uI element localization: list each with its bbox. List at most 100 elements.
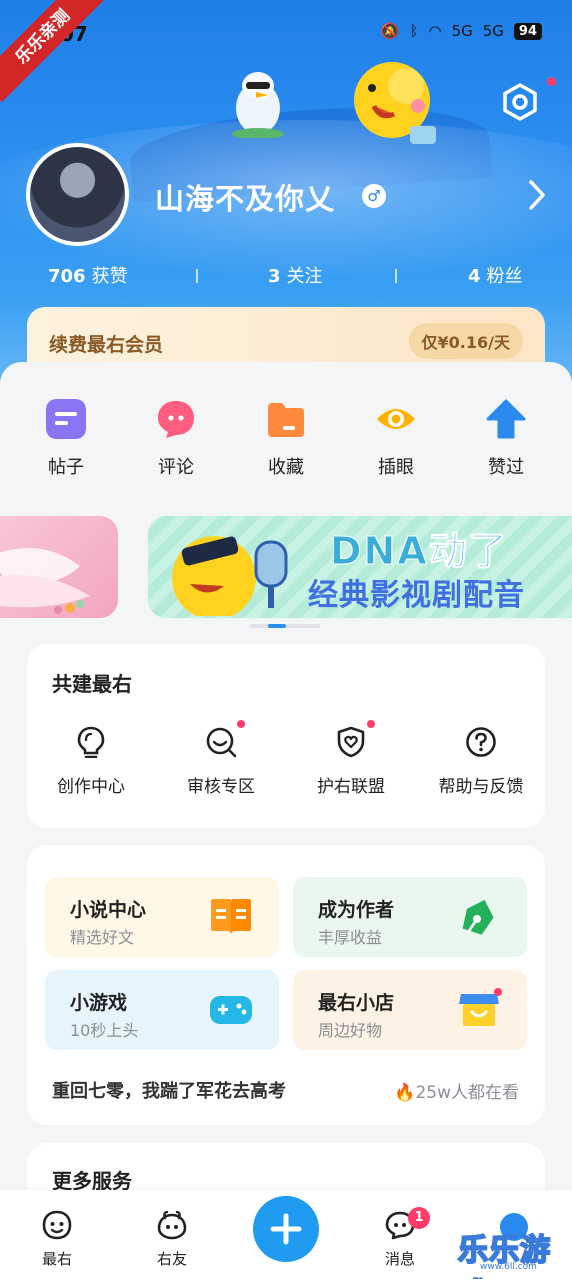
quick-action-posts[interactable]: 帖子 bbox=[26, 395, 106, 479]
tile-title: 小游戏 bbox=[70, 992, 128, 1014]
quick-action-label: 赞过 bbox=[488, 457, 524, 478]
carousel-active-dot bbox=[268, 624, 286, 628]
shop-notification-dot bbox=[494, 988, 502, 996]
tile-subtitle: 丰厚收益 bbox=[318, 928, 383, 947]
eye-icon bbox=[377, 409, 415, 429]
help-icon bbox=[466, 727, 496, 757]
service-guard-alliance[interactable]: 护右联盟 bbox=[291, 726, 411, 797]
quick-action-liked[interactable]: 赞过 bbox=[466, 395, 546, 479]
co-build-card: 共建最右 创作中心 审核专区 护右联盟 帮助与反馈 bbox=[27, 644, 545, 828]
search-review-icon bbox=[206, 727, 237, 758]
features-card: 小说中心 精选好文 成为作者 丰厚收益 小游戏 10秒上头 最右小店 周边好物 bbox=[27, 845, 545, 1125]
quick-action-watch[interactable]: 插眼 bbox=[356, 395, 436, 479]
service-label: 帮助与反馈 bbox=[438, 777, 524, 797]
singing-mascot-icon bbox=[172, 536, 288, 616]
battery-icon: 94 bbox=[513, 22, 542, 40]
banner-prev-slide[interactable] bbox=[0, 516, 118, 618]
profile-stats: 706 获赞 3 关注 4 粉丝 bbox=[0, 262, 572, 290]
quick-action-label: 帖子 bbox=[48, 457, 84, 478]
post-icon bbox=[46, 399, 86, 439]
lightbulb-icon bbox=[77, 726, 105, 758]
message-badge: 1 bbox=[408, 1207, 430, 1229]
gamepad-icon bbox=[210, 996, 252, 1024]
pen-icon bbox=[462, 899, 494, 935]
tile-subtitle: 周边好物 bbox=[318, 1021, 383, 1040]
quick-actions: 帖子 评论 收藏 插眼 赞过 bbox=[0, 395, 572, 485]
avatar[interactable] bbox=[26, 143, 129, 246]
create-post-button[interactable] bbox=[253, 1196, 319, 1262]
stat-following-value: 3 bbox=[268, 266, 281, 287]
book-icon bbox=[211, 899, 251, 935]
nav-label: 右友 bbox=[156, 1250, 187, 1268]
service-label: 创作中心 bbox=[57, 777, 125, 797]
hands-illustration-icon bbox=[0, 548, 90, 614]
fire-icon: 🔥 bbox=[394, 1083, 416, 1103]
tile-title: 成为作者 bbox=[318, 899, 395, 921]
tile-shop[interactable]: 最右小店 周边好物 bbox=[293, 970, 527, 1050]
nav-home[interactable]: 最右 bbox=[27, 1210, 87, 1269]
thumb-up-icon bbox=[486, 399, 526, 439]
mute-icon: 🔕 bbox=[380, 22, 400, 40]
watermark-url: www.6ll.com bbox=[480, 1262, 537, 1272]
shop-icon bbox=[459, 994, 499, 1026]
service-creator-center[interactable]: 创作中心 bbox=[31, 726, 151, 797]
service-label: 审核专区 bbox=[187, 777, 255, 797]
gender-male-icon: ♂ bbox=[362, 184, 386, 208]
quick-action-label: 插眼 bbox=[378, 457, 414, 478]
stat-divider bbox=[196, 269, 198, 283]
trending-title[interactable]: 重回七零，我踹了军花去高考 bbox=[52, 1077, 286, 1103]
nav-friends[interactable]: 右友 bbox=[142, 1210, 202, 1269]
wifi-icon: ◠ bbox=[428, 22, 442, 40]
tile-novel-center[interactable]: 小说中心 精选好文 bbox=[45, 877, 279, 957]
quick-action-label: 评论 bbox=[158, 457, 194, 478]
status-icons: 🔕 ᛒ ◠ 5G 5G 94 bbox=[381, 22, 542, 40]
guard-notification-dot bbox=[367, 720, 375, 728]
service-review-zone[interactable]: 审核专区 bbox=[161, 726, 281, 797]
home-face-icon bbox=[42, 1210, 72, 1240]
trending-views-text: 25w人都在看 bbox=[415, 1083, 519, 1103]
tile-mini-games[interactable]: 小游戏 10秒上头 bbox=[45, 970, 279, 1050]
stat-followers-value: 4 bbox=[468, 266, 481, 287]
service-help-feedback[interactable]: 帮助与反馈 bbox=[421, 726, 541, 797]
stat-following[interactable]: 3 关注 bbox=[268, 262, 323, 288]
banner-subline: 经典影视剧配音 bbox=[308, 578, 525, 613]
stat-followers-label: 粉丝 bbox=[486, 266, 523, 287]
bird-mascot-icon bbox=[232, 72, 284, 138]
sun-mascot-icon bbox=[354, 62, 436, 144]
promo-banner-carousel[interactable]: DNA动了 经典影视剧配音 bbox=[0, 510, 572, 618]
chevron-right-icon[interactable] bbox=[525, 178, 549, 212]
tile-title: 小说中心 bbox=[70, 899, 147, 921]
quick-action-comments[interactable]: 评论 bbox=[136, 395, 216, 479]
service-label: 护右联盟 bbox=[317, 777, 385, 797]
stat-following-label: 关注 bbox=[286, 266, 323, 287]
stat-followers[interactable]: 4 粉丝 bbox=[468, 262, 523, 288]
settings-hex-icon[interactable] bbox=[500, 82, 540, 122]
stat-divider bbox=[395, 269, 397, 283]
banner-current-slide[interactable]: DNA动了 经典影视剧配音 bbox=[148, 516, 572, 618]
nav-label: 最右 bbox=[41, 1250, 72, 1268]
nav-label: 消息 bbox=[384, 1250, 415, 1268]
vip-price-button[interactable]: 仅¥0.16/天 bbox=[408, 323, 523, 359]
friends-icon bbox=[157, 1210, 187, 1240]
comment-icon bbox=[158, 401, 194, 438]
carousel-indicator bbox=[250, 624, 320, 629]
tile-subtitle: 精选好文 bbox=[70, 928, 135, 947]
tile-subtitle: 10秒上头 bbox=[70, 1021, 139, 1040]
settings-notification-dot bbox=[547, 77, 556, 86]
plus-icon bbox=[270, 1213, 302, 1245]
trending-views: 🔥25w人都在看 bbox=[394, 1078, 519, 1103]
banner-headline: DNA动了 bbox=[330, 529, 509, 574]
signal-icon-2: 5G bbox=[482, 22, 504, 40]
stat-likes-value: 706 bbox=[48, 266, 86, 287]
tile-become-author[interactable]: 成为作者 丰厚收益 bbox=[293, 877, 527, 957]
stat-likes-label: 获赞 bbox=[91, 266, 128, 287]
quick-action-label: 收藏 bbox=[268, 457, 304, 478]
stat-likes[interactable]: 706 获赞 bbox=[48, 262, 128, 288]
vip-title: 续费最右会员 bbox=[49, 334, 164, 356]
quick-action-favorites[interactable]: 收藏 bbox=[246, 395, 326, 479]
shield-heart-icon bbox=[337, 726, 365, 758]
bluetooth-icon: ᛒ bbox=[409, 22, 419, 40]
co-build-title: 共建最右 bbox=[52, 672, 132, 696]
username[interactable]: 山海不及你乂 bbox=[155, 176, 335, 218]
signal-icon-1: 5G bbox=[451, 22, 473, 40]
